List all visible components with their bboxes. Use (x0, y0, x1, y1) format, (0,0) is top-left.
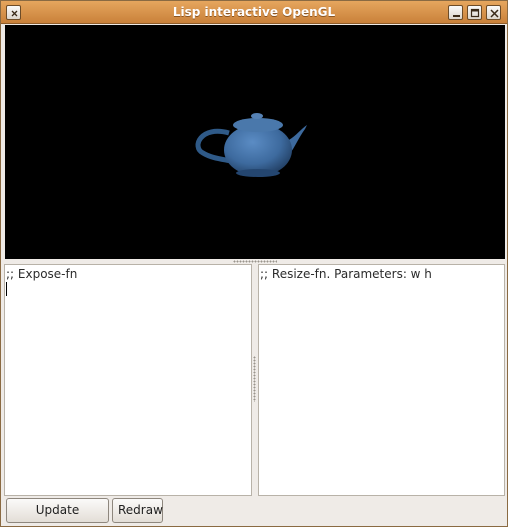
app-window: Lisp interactive OpenGL ;; Expose-fn ;; … (0, 0, 508, 527)
close-icon[interactable] (486, 5, 501, 20)
vertical-splitter-handle[interactable] (253, 356, 256, 402)
maximize-icon[interactable] (467, 5, 482, 20)
text-caret (6, 282, 7, 296)
resize-fn-text[interactable]: ;; Resize-fn. Parameters: w h (260, 267, 432, 281)
update-functions-button[interactable]: Update functions (6, 498, 109, 527)
horizontal-splitter-handle[interactable] (233, 260, 277, 263)
window-title: Lisp interactive OpenGL (172, 5, 336, 19)
expose-fn-editor[interactable]: ;; Expose-fn (4, 264, 252, 496)
redraw-button[interactable]: Redraw (112, 498, 163, 523)
resize-fn-editor[interactable]: ;; Resize-fn. Parameters: w h (258, 264, 505, 496)
minimize-icon[interactable] (448, 5, 463, 20)
teapot-render (195, 113, 307, 177)
opengl-canvas[interactable] (5, 25, 505, 259)
expose-fn-text[interactable]: ;; Expose-fn (6, 267, 77, 281)
title-bar[interactable]: Lisp interactive OpenGL (1, 1, 507, 24)
